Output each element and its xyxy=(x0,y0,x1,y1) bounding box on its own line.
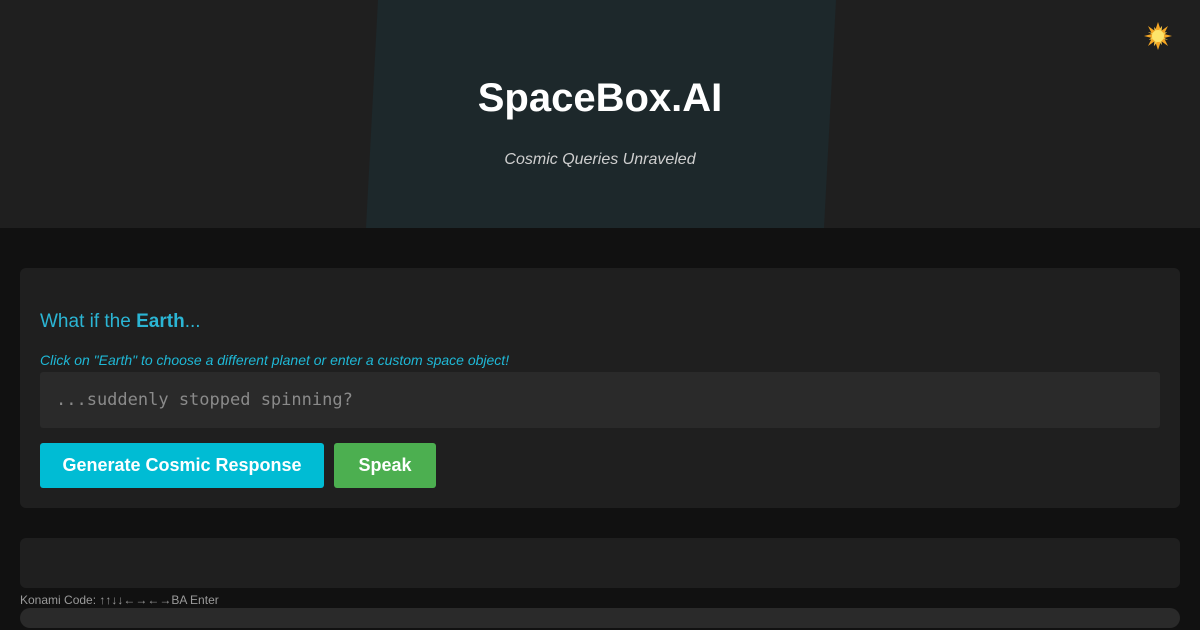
site-tagline: Cosmic Queries Unraveled xyxy=(504,151,696,168)
konami-hint: Konami Code: ↑↑↓↓←→←→BA Enter xyxy=(20,593,219,607)
site-title: SpaceBox.AI xyxy=(477,76,723,120)
query-input[interactable] xyxy=(40,372,1160,428)
header: SpaceBox.AI Cosmic Queries Unraveled xyxy=(0,0,1200,228)
question-suffix: ... xyxy=(184,311,201,332)
query-card: What if the Earth... Click on "Earth" to… xyxy=(20,268,1180,508)
theme-toggle-button[interactable] xyxy=(1140,18,1176,54)
planet-selector[interactable]: Earth xyxy=(136,311,185,332)
sun-icon xyxy=(1144,22,1172,50)
question-heading: What if the Earth... xyxy=(40,310,201,334)
response-box xyxy=(20,538,1180,588)
speak-button[interactable]: Speak xyxy=(334,443,436,488)
bottom-bar xyxy=(20,608,1180,628)
question-prefix: What if the xyxy=(40,311,137,332)
planet-hint: Click on "Earth" to choose a different p… xyxy=(40,352,510,368)
generate-response-button[interactable]: Generate Cosmic Response xyxy=(40,443,324,488)
